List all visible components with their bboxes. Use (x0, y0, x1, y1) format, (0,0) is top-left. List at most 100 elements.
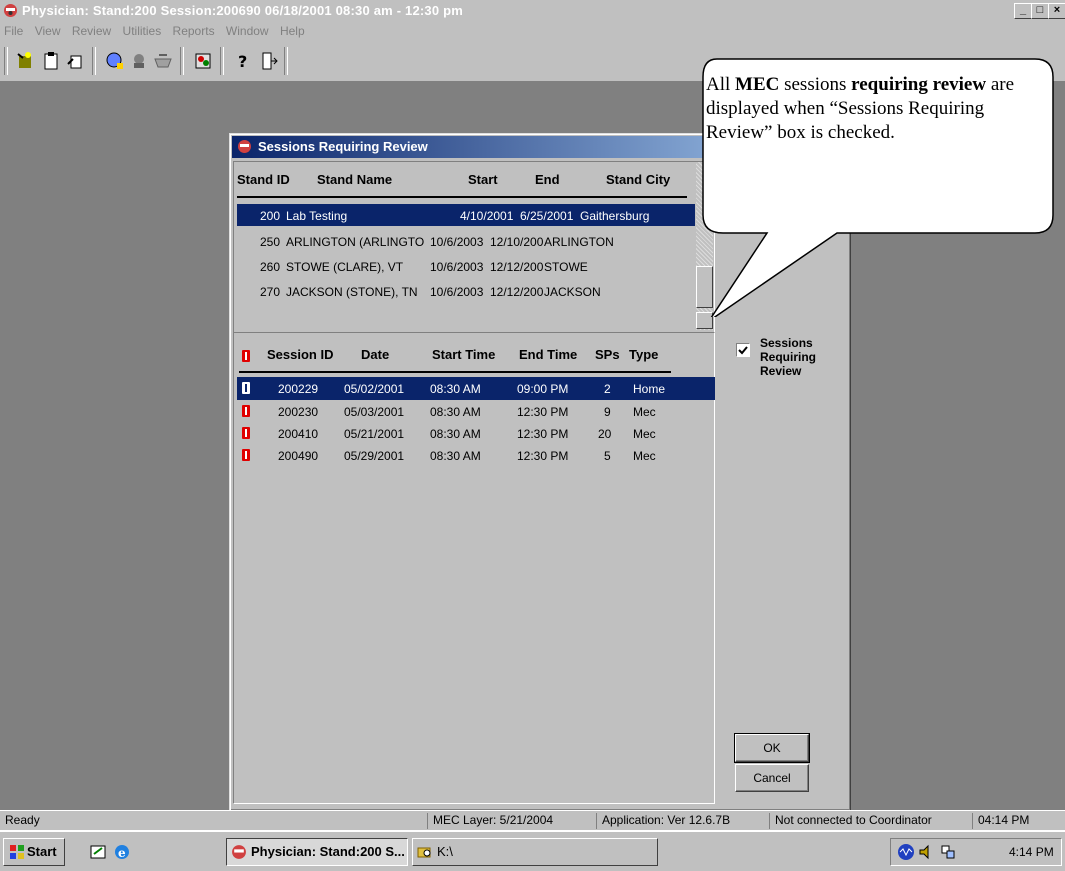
menu-reports[interactable]: Reports (169, 22, 219, 40)
connection-icon[interactable] (939, 843, 957, 861)
tray-icon[interactable] (152, 50, 174, 72)
book-icon (242, 405, 250, 417)
clipboard-icon[interactable] (40, 50, 62, 72)
task-explorer[interactable]: K:\ (412, 838, 658, 866)
checkbox-label[interactable]: Sessions Requiring Review (760, 336, 840, 378)
start-label: Start (27, 844, 57, 859)
session-end[interactable]: 12:30 PM (517, 449, 568, 463)
stand-city[interactable]: STOWE (544, 260, 588, 274)
session-start[interactable]: 08:30 AM (430, 449, 481, 463)
stand-name: Lab Testing (286, 209, 348, 223)
folder-search-icon (417, 847, 431, 858)
menu-window[interactable]: Window (222, 22, 273, 40)
session-type[interactable]: Mec (633, 427, 656, 441)
session-start[interactable]: 08:30 AM (430, 405, 481, 419)
session-type: Home (633, 382, 666, 396)
physician-app-icon (232, 845, 246, 859)
col-stand-city[interactable]: Stand City (606, 172, 670, 187)
session-type[interactable]: Mec (633, 449, 656, 463)
stands-list[interactable]: Stand ID Stand Name Start End Stand City… (233, 161, 715, 333)
stand-start[interactable]: 10/6/2003 (430, 235, 483, 249)
session-id[interactable]: 200230 (278, 405, 318, 419)
col-session-id[interactable]: Session ID (267, 347, 333, 362)
menu-view[interactable]: View (31, 22, 65, 40)
document-icon[interactable] (64, 50, 86, 72)
users-icon[interactable] (192, 50, 214, 72)
col-end-time[interactable]: End Time (519, 347, 577, 362)
ok-button[interactable]: OK (734, 733, 810, 763)
col-date[interactable]: Date (361, 347, 389, 362)
svg-text:?: ? (238, 52, 247, 71)
menu-help[interactable]: Help (276, 22, 309, 40)
physician-app-icon (4, 4, 17, 17)
session-date[interactable]: 05/21/2001 (344, 427, 404, 441)
session-date[interactable]: 05/29/2001 (344, 449, 404, 463)
session-date: 05/02/2001 (344, 382, 405, 396)
menu-review[interactable]: Review (68, 22, 115, 40)
stand-end[interactable]: 12/10/200 (490, 235, 543, 249)
session-type[interactable]: Mec (633, 405, 656, 419)
session-sps[interactable]: 5 (604, 449, 611, 463)
callout-bold: MEC (735, 74, 780, 95)
stand-name[interactable]: JACKSON (STONE), TN (286, 285, 418, 299)
sessions-list[interactable]: Session ID Date Start Time End Time SPs … (233, 332, 715, 804)
session-end[interactable]: 12:30 PM (517, 427, 568, 441)
col-sps[interactable]: SPs (595, 347, 620, 362)
col-stand-name[interactable]: Stand Name (317, 172, 392, 187)
session-start: 08:30 AM (430, 382, 481, 396)
stamp-icon[interactable] (128, 50, 150, 72)
col-end[interactable]: End (535, 172, 560, 187)
session-end[interactable]: 12:30 PM (517, 405, 568, 419)
globe-search-icon[interactable] (104, 50, 126, 72)
status-bar: Ready MEC Layer: 5/21/2004 Application: … (0, 810, 1065, 831)
callout-part: sessions (779, 74, 852, 95)
menu-bar: File View Review Utilities Reports Windo… (0, 22, 1065, 41)
col-start[interactable]: Start (468, 172, 498, 187)
stand-start[interactable]: 10/6/2003 (430, 285, 483, 299)
session-id[interactable]: 200490 (278, 449, 318, 463)
minimize-button[interactable]: _ (1014, 3, 1032, 19)
callout-part: All (706, 74, 736, 95)
stand-city[interactable]: ARLINGTON (544, 235, 614, 249)
status-time: 04:14 PM (972, 813, 1029, 829)
internet-explorer-icon[interactable]: e (112, 842, 132, 862)
window-title-bar[interactable]: Physician: Stand:200 Session:200690 06/1… (0, 0, 1065, 22)
cancel-button[interactable]: Cancel (735, 764, 809, 792)
sessions-requiring-review-checkbox[interactable] (736, 343, 750, 357)
help-icon[interactable]: ? (232, 50, 254, 72)
show-desktop-icon[interactable] (88, 842, 108, 862)
session-sps[interactable]: 9 (604, 405, 611, 419)
task-physician[interactable]: Physician: Stand:200 S... (226, 838, 408, 866)
network-monitor-icon[interactable] (897, 843, 915, 861)
stand-id[interactable]: 260 (260, 260, 280, 274)
col-start-time[interactable]: Start Time (432, 347, 495, 362)
maximize-button[interactable]: □ (1031, 3, 1049, 19)
session-sps: 2 (604, 382, 611, 396)
col-type[interactable]: Type (629, 347, 658, 362)
session-id[interactable]: 200410 (278, 427, 318, 441)
session-sps[interactable]: 20 (598, 427, 611, 441)
menu-file[interactable]: File (0, 22, 27, 40)
taskbar-clock: 4:14 PM (1009, 845, 1054, 859)
stand-id[interactable]: 250 (260, 235, 280, 249)
new-exam-icon[interactable] (14, 50, 36, 72)
stand-city: Gaithersburg (580, 209, 650, 223)
system-tray: 4:14 PM (890, 838, 1062, 866)
start-button[interactable]: Start (3, 838, 65, 866)
stand-start[interactable]: 10/6/2003 (430, 260, 483, 274)
col-stand-id[interactable]: Stand ID (237, 172, 290, 187)
stand-name[interactable]: STOWE (CLARE), VT (286, 260, 403, 274)
header-divider (237, 196, 687, 198)
close-button[interactable]: × (1048, 3, 1065, 19)
menu-utilities[interactable]: Utilities (119, 22, 166, 40)
exit-door-icon[interactable] (258, 50, 280, 72)
stand-end[interactable]: 12/12/200 (490, 260, 543, 274)
stand-end[interactable]: 12/12/200 (490, 285, 543, 299)
stand-city[interactable]: JACKSON (544, 285, 601, 299)
status-ready: Ready (5, 813, 40, 827)
stand-name[interactable]: ARLINGTON (ARLINGTO (286, 235, 424, 249)
session-date[interactable]: 05/03/2001 (344, 405, 404, 419)
volume-icon[interactable] (917, 843, 935, 861)
session-start[interactable]: 08:30 AM (430, 427, 481, 441)
stand-id[interactable]: 270 (260, 285, 280, 299)
